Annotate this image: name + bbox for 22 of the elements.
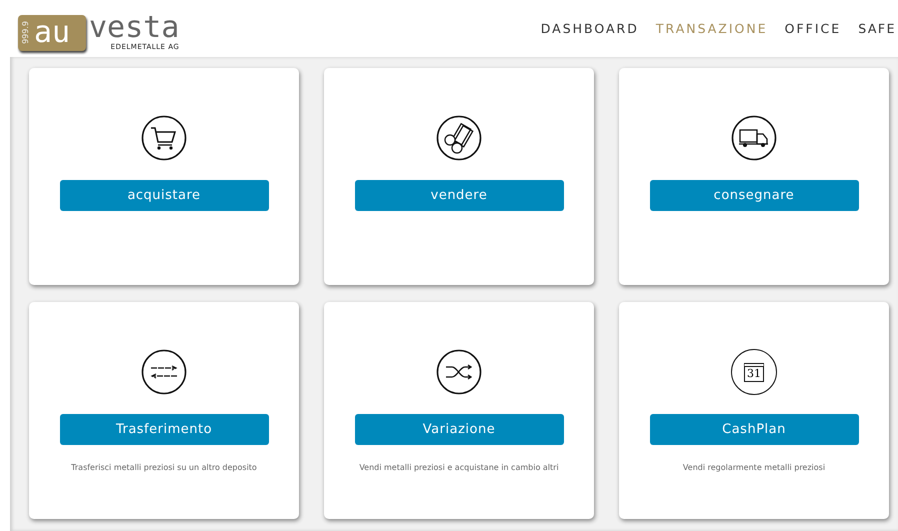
nav-link[interactable]: DASHBOARD <box>540 21 639 36</box>
action-button[interactable]: Variazione <box>354 414 564 445</box>
nav-link[interactable]: TRANSAZIONE <box>656 21 768 36</box>
shuffle-icon <box>436 349 482 395</box>
logo-purity: 999.9 <box>21 21 30 44</box>
transfer-arrows-icon <box>141 349 187 395</box>
action-button[interactable]: acquistare <box>60 180 268 211</box>
calendar-icon: 31 <box>731 349 777 395</box>
banknotes-coins-icon <box>436 115 482 161</box>
nav-link[interactable]: OFFICE <box>784 21 842 36</box>
shopping-cart-icon <box>141 115 187 161</box>
action-button[interactable]: vendere <box>354 180 564 211</box>
card-description: Vendi metalli preziosi e acquistane in cambio altri <box>359 463 559 472</box>
nav-link[interactable]: SAFE <box>858 21 896 36</box>
logo-text: vesta <box>89 12 180 42</box>
logo-text-highlight: au <box>34 18 70 48</box>
truck-icon <box>731 115 777 161</box>
action-button[interactable]: consegnare <box>650 180 858 211</box>
card-description: Vendi regolarmente metalli preziosi <box>682 463 826 472</box>
action-button[interactable]: CashPlan <box>650 414 858 445</box>
action-button[interactable]: Trasferimento <box>60 414 268 445</box>
card-description: Trasferisci metalli preziosi su un altro deposito <box>71 463 257 472</box>
